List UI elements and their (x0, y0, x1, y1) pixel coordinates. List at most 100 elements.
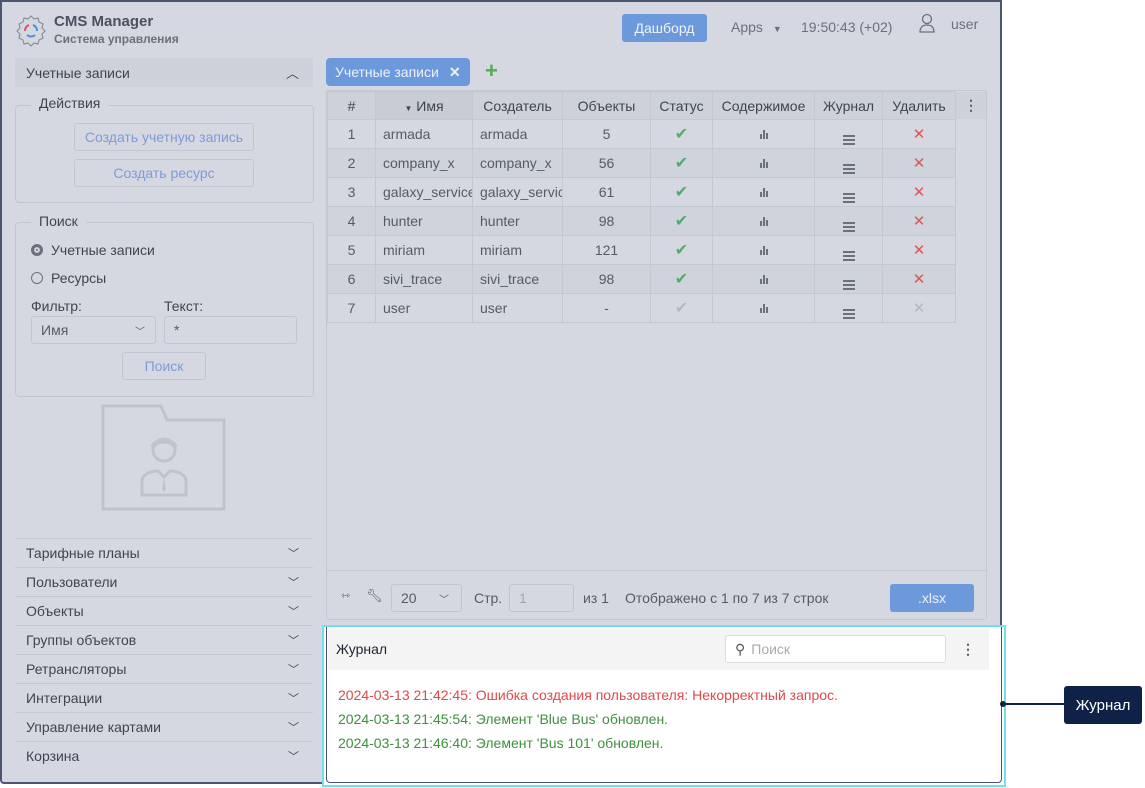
account-name[interactable]: miriam (375, 235, 473, 265)
filter-select[interactable]: Имя ﹀ (31, 316, 156, 344)
search-button[interactable]: Поиск (122, 352, 206, 380)
creator: galaxy_service (472, 177, 563, 207)
tab-accounts[interactable]: Учетные записи ✕ (326, 58, 470, 86)
journal-search-input[interactable]: ⚲ Поиск (725, 635, 946, 663)
journal-list-icon[interactable] (842, 163, 855, 174)
sidebar-item[interactable]: Ретрансляторы ﹀ (15, 654, 313, 683)
apps-menu[interactable]: Apps ▼ (731, 19, 782, 35)
sidebar-item[interactable]: Тарифные планы ﹀ (15, 538, 313, 567)
table-row[interactable]: 5 miriam miriam 121 ✔ ✕ (327, 235, 956, 265)
accounts-table: # ▼ Имя Создатель Объекты Статус Содержимое Жу… (327, 91, 956, 323)
content-chart-icon[interactable] (759, 246, 768, 255)
close-tab-icon[interactable]: ✕ (449, 64, 461, 81)
delete-icon[interactable]: ✕ (913, 213, 926, 230)
account-name[interactable]: armada (375, 119, 473, 149)
content-chart-icon[interactable] (759, 188, 768, 197)
radio-unchecked-icon (31, 272, 43, 284)
row-number: 6 (327, 264, 376, 294)
page-input[interactable]: 1 (509, 584, 574, 612)
journal-list-icon[interactable] (842, 192, 855, 203)
table-row[interactable]: 6 sivi_trace sivi_trace 98 ✔ ✕ (327, 264, 956, 294)
chevron-down-icon: ﹀ (288, 606, 299, 618)
pager-divider (327, 570, 986, 571)
journal-list-icon[interactable] (842, 308, 855, 319)
callout-dot (1000, 701, 1006, 707)
column-header[interactable]: ▼ Имя (375, 91, 473, 120)
accounts-section-header[interactable]: Учетные записи ︿ (15, 58, 313, 87)
page-size-select[interactable]: 20 ﹀ (391, 584, 462, 612)
status-check-icon: ✔ (674, 213, 689, 230)
apps-label: Apps (731, 19, 763, 35)
sidebar-item-label: Ретрансляторы (26, 661, 127, 677)
add-tab-icon[interactable]: + (485, 58, 498, 84)
creator: hunter (472, 206, 563, 236)
column-menu-icon[interactable]: ⋮ (956, 92, 986, 119)
create-account-button[interactable]: Создать учетную запись (74, 123, 254, 151)
content-chart-icon[interactable] (759, 275, 768, 284)
dashboard-button[interactable]: Дашборд (622, 14, 707, 42)
table-row[interactable]: 7 user user - ✔ ✕ (327, 293, 956, 323)
row-number: 3 (327, 177, 376, 207)
table-row[interactable]: 4 hunter hunter 98 ✔ ✕ (327, 206, 956, 236)
delete-icon[interactable]: ✕ (913, 271, 926, 288)
column-label: Создатель (483, 97, 552, 114)
column-header[interactable]: Статус (650, 91, 713, 120)
wrench-icon[interactable]: 🔧︎ (366, 588, 383, 604)
journal-callout: Журнал (1064, 686, 1142, 724)
content-chart-icon[interactable] (759, 130, 768, 139)
delete-icon[interactable]: ✕ (913, 155, 926, 172)
table-row[interactable]: 2 company_x company_x 56 ✔ ✕ (327, 148, 956, 178)
folder-user-icon (101, 404, 226, 511)
radio-accounts[interactable]: Учетные записи (31, 242, 155, 258)
autosize-columns-icon[interactable]: ⇿ (341, 589, 350, 602)
account-name[interactable]: galaxy_service (375, 177, 473, 207)
page-count: из 1 (583, 590, 609, 606)
chevron-down-icon: ﹀ (288, 751, 299, 763)
pager-summary: Отображено с 1 по 7 из 7 строк (625, 590, 829, 606)
column-header[interactable]: Содержимое (712, 91, 815, 120)
sidebar-item[interactable]: Пользователи ﹀ (15, 567, 313, 596)
radio-resources[interactable]: Ресурсы (31, 270, 106, 286)
row-number: 4 (327, 206, 376, 236)
text-input[interactable]: * (164, 316, 297, 344)
sidebar-item[interactable]: Управление картами ﹀ (15, 712, 313, 741)
journal-list-icon[interactable] (842, 221, 855, 232)
status-check-icon: ✔ (674, 242, 689, 259)
table-row[interactable]: 1 armada armada 5 ✔ ✕ (327, 119, 956, 149)
account-name[interactable]: sivi_trace (375, 264, 473, 294)
column-label: Статус (659, 97, 704, 114)
delete-icon[interactable]: ✕ (913, 184, 926, 201)
column-header[interactable]: Создатель (472, 91, 563, 120)
column-header[interactable]: Удалить (882, 91, 956, 120)
journal-list-icon[interactable] (842, 250, 855, 261)
app-subtitle: Система управления (54, 32, 179, 46)
journal-list-icon[interactable] (842, 134, 855, 145)
user-name[interactable]: user (951, 16, 978, 32)
delete-icon[interactable]: ✕ (913, 242, 926, 259)
account-name[interactable]: hunter (375, 206, 473, 236)
journal-list-icon[interactable] (842, 279, 855, 290)
journal-menu-icon[interactable]: ⋮ (961, 641, 975, 658)
table-row[interactable]: 3 galaxy_service galaxy_service 61 ✔ ✕ (327, 177, 956, 207)
sidebar-item[interactable]: Группы объектов ﹀ (15, 625, 313, 654)
delete-icon[interactable]: ✕ (913, 300, 926, 317)
chevron-down-icon: ﹀ (439, 594, 449, 606)
content-chart-icon[interactable] (759, 217, 768, 226)
delete-icon[interactable]: ✕ (913, 126, 926, 143)
column-header[interactable]: Журнал (814, 91, 883, 120)
sidebar-item[interactable]: Интеграции ﹀ (15, 683, 313, 712)
content-chart-icon[interactable] (759, 159, 768, 168)
user-icon[interactable] (918, 13, 936, 35)
sidebar-item-label: Корзина (26, 748, 80, 764)
account-name[interactable]: company_x (375, 148, 473, 178)
export-xlsx-button[interactable]: .xlsx (890, 584, 974, 612)
account-name[interactable]: user (375, 293, 473, 323)
status-check-icon: ✔ (674, 184, 689, 201)
column-header[interactable]: Объекты (562, 91, 651, 120)
column-header[interactable]: # (327, 91, 376, 120)
content-chart-icon[interactable] (759, 304, 768, 313)
sidebar-item[interactable]: Корзина ﹀ (15, 741, 313, 770)
create-resource-button[interactable]: Создать ресурс (74, 159, 254, 187)
sidebar-item[interactable]: Объекты ﹀ (15, 596, 313, 625)
column-label: Объекты (577, 97, 636, 114)
